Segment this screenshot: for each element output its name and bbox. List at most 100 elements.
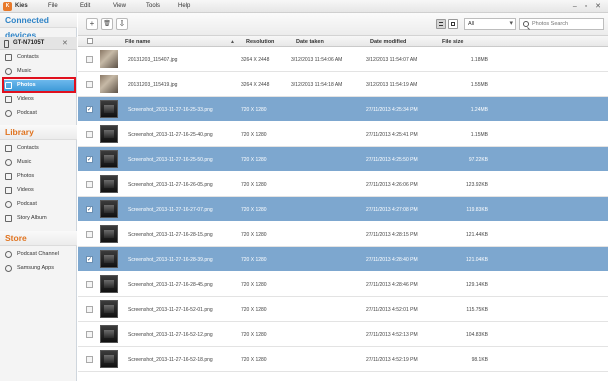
contacts-icon xyxy=(5,54,12,61)
file-size-cell: 1.15MB xyxy=(470,132,488,138)
menu-view[interactable]: View xyxy=(113,3,126,9)
sidebar-item-label: Podcast Channel xyxy=(17,251,59,257)
row-checkbox[interactable] xyxy=(86,81,93,88)
file-size-cell: 1.24MB xyxy=(470,107,488,113)
thumbnail-image xyxy=(100,175,118,193)
resolution-cell: 720 X 1280 xyxy=(241,182,267,188)
table-row[interactable]: 20131203_115407.jpg 3264 X 2448 3/12/2013 … xyxy=(78,47,608,72)
sidebar-item-label: Music xyxy=(17,159,32,165)
sidebar-item-label: Videos xyxy=(17,187,34,193)
select-all-checkbox[interactable] xyxy=(87,38,93,44)
column-header-file-name[interactable]: File name xyxy=(125,39,150,45)
thumbnail-image xyxy=(100,250,118,268)
menu-edit[interactable]: Edit xyxy=(80,3,90,9)
search-input[interactable] xyxy=(532,19,602,29)
sidebar-item-samsung-apps[interactable]: Samsung Apps xyxy=(4,263,74,274)
column-header-file-size[interactable]: File size xyxy=(442,39,463,45)
row-checkbox[interactable] xyxy=(86,131,93,138)
menu-file[interactable]: File xyxy=(48,3,58,9)
sidebar-item-device-podcast[interactable]: Podcast xyxy=(4,108,74,119)
sidebar-item-label: Podcast xyxy=(17,110,37,116)
row-checkbox[interactable] xyxy=(86,181,93,188)
kies-logo-icon: K xyxy=(3,2,12,11)
file-name-cell: Screenshot_2013-11-27-16-25-40.png xyxy=(128,132,213,138)
file-name-cell: Screenshot_2013-11-27-16-52-01.png xyxy=(128,307,213,313)
search-box[interactable] xyxy=(519,18,604,30)
date-modified-cell: 27/11/2013 4:26:06 PM xyxy=(366,182,418,188)
table-row[interactable]: Screenshot_2013-11-27-16-52-12.png 720 X … xyxy=(78,322,608,347)
column-header-date-taken[interactable]: Date taken xyxy=(296,39,324,45)
sidebar-item-library-videos[interactable]: Videos xyxy=(4,185,74,196)
grid-view-button[interactable] xyxy=(448,19,458,29)
window-controls[interactable]: – ▫ ✕ xyxy=(573,2,604,10)
file-table: 20131203_115407.jpg 3264 X 2448 3/12/2013 … xyxy=(78,47,608,381)
list-view-icon xyxy=(439,22,443,26)
row-checkbox[interactable] xyxy=(86,56,93,63)
sidebar-item-label: Contacts xyxy=(17,54,39,60)
thumbnail-image xyxy=(100,100,118,118)
date-modified-cell: 27/11/2013 4:27:08 PM xyxy=(366,207,418,213)
table-row[interactable]: Screenshot_2013-11-27-16-26-05.png 720 X … xyxy=(78,172,608,197)
table-row[interactable]: ✓ Screenshot_2013-11-27-16-27-07.png 720 X… xyxy=(78,197,608,222)
export-button[interactable]: ⇩ xyxy=(116,18,128,30)
row-checkbox[interactable] xyxy=(86,331,93,338)
sidebar-item-library-photos[interactable]: Photos xyxy=(4,171,74,182)
table-row[interactable]: Screenshot_2013-11-27-16-28-15.png 720 X … xyxy=(78,222,608,247)
row-checkbox[interactable] xyxy=(86,281,93,288)
table-row[interactable]: Screenshot_2013-11-27-16-52-01.png 720 X … xyxy=(78,297,608,322)
sidebar-item-library-music[interactable]: Music xyxy=(4,157,74,168)
connected-devices-header: Connected devices xyxy=(0,13,77,40)
file-size-cell: 104.83KB xyxy=(466,332,488,338)
story-album-icon xyxy=(5,215,12,222)
sidebar-item-library-contacts[interactable]: Contacts xyxy=(4,143,74,154)
device-row[interactable]: GT-N7105T ✕ xyxy=(0,37,77,50)
table-row[interactable]: ✓ Screenshot_2013-11-27-16-28-39.png 720 X… xyxy=(78,247,608,272)
menu-help[interactable]: Help xyxy=(178,3,190,9)
sidebar-item-device-contacts[interactable]: Contacts xyxy=(4,52,74,63)
column-header-resolution[interactable]: Resolution xyxy=(246,39,274,45)
column-header-date-modified[interactable]: Date modified xyxy=(370,39,406,45)
table-row[interactable]: Screenshot_2013-11-27-16-25-40.png 720 X … xyxy=(78,122,608,147)
library-header: Library xyxy=(0,125,77,140)
filter-select[interactable]: All ▾ xyxy=(464,18,516,30)
sidebar-item-label: Story Album xyxy=(17,215,47,221)
table-row[interactable]: Screenshot_2013-11-27-16-28-45.png 720 X … xyxy=(78,272,608,297)
podcast-channel-icon xyxy=(5,251,12,258)
resolution-cell: 720 X 1280 xyxy=(241,132,267,138)
sidebar-item-library-podcast[interactable]: Podcast xyxy=(4,199,74,210)
date-modified-cell: 27/11/2013 4:25:50 PM xyxy=(366,157,418,163)
resolution-cell: 720 X 1280 xyxy=(241,332,267,338)
table-row[interactable]: ✓ Screenshot_2013-11-27-16-25-33.png 720 X… xyxy=(78,97,608,122)
delete-button[interactable]: 🗑 xyxy=(101,18,113,30)
sort-ascending-icon: ▲ xyxy=(230,39,235,45)
table-row[interactable]: ✓ Screenshot_2013-11-27-16-25-50.png 720 X… xyxy=(78,147,608,172)
add-button[interactable]: + xyxy=(86,18,98,30)
date-modified-cell: 27/11/2013 4:28:40 PM xyxy=(366,257,418,263)
menu-tools[interactable]: Tools xyxy=(146,3,160,9)
samsung-apps-icon xyxy=(5,265,12,272)
sidebar-item-library-story-album[interactable]: Story Album xyxy=(4,213,74,224)
row-checkbox[interactable]: ✓ xyxy=(86,206,93,213)
sidebar-item-device-videos[interactable]: Videos xyxy=(4,94,74,105)
sidebar-item-label: Photos xyxy=(17,173,35,179)
sidebar-item-podcast-channel[interactable]: Podcast Channel xyxy=(4,249,74,260)
videos-icon xyxy=(5,187,12,194)
row-checkbox[interactable]: ✓ xyxy=(86,156,93,163)
list-view-button[interactable] xyxy=(436,19,446,29)
sidebar-item-device-music[interactable]: Music xyxy=(4,66,74,77)
file-name-cell: Screenshot_2013-11-27-16-52-18.png xyxy=(128,357,213,363)
resolution-cell: 720 X 1280 xyxy=(241,282,267,288)
table-row[interactable]: Screenshot_2013-11-27-16-52-18.png 720 X … xyxy=(78,347,608,372)
thumbnail-image xyxy=(100,350,118,368)
music-icon xyxy=(5,68,12,75)
date-modified-cell: 27/11/2013 4:52:19 PM xyxy=(366,357,418,363)
row-checkbox[interactable] xyxy=(86,356,93,363)
row-checkbox[interactable] xyxy=(86,231,93,238)
table-row[interactable]: 20131203_115419.jpg 3264 X 2448 3/12/2013 … xyxy=(78,72,608,97)
row-checkbox[interactable] xyxy=(86,306,93,313)
disconnect-icon[interactable]: ✕ xyxy=(62,39,68,47)
file-name-cell: Screenshot_2013-11-27-16-26-05.png xyxy=(128,182,213,188)
row-checkbox[interactable]: ✓ xyxy=(86,106,93,113)
app-title: Kies xyxy=(15,3,28,9)
row-checkbox[interactable]: ✓ xyxy=(86,256,93,263)
